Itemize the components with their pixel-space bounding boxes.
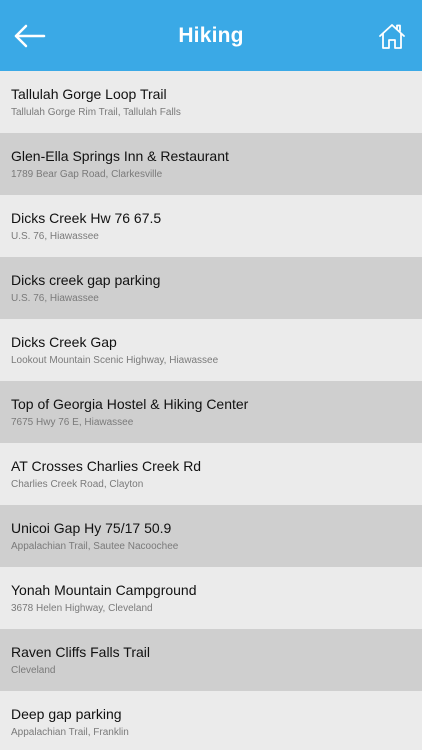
item-name: AT Crosses Charlies Creek Rd	[11, 458, 202, 474]
item-name: Dicks creek gap parking	[11, 272, 161, 288]
item-name: Unicoi Gap Hy 75/17 50.9	[11, 520, 172, 536]
item-name: Raven Cliffs Falls Trail	[11, 644, 151, 660]
item-address: Appalachian Trail, Franklin	[11, 727, 129, 738]
item-name: Deep gap parking	[11, 706, 122, 722]
item-address: U.S. 76, Hiawassee	[11, 293, 99, 304]
location-list: Tallulah Gorge Loop Trail Tallulah Gorge…	[0, 71, 422, 750]
page-title: Hiking	[178, 24, 244, 47]
item-name: Dicks Creek Gap	[11, 334, 117, 350]
item-name: Tallulah Gorge Loop Trail	[11, 86, 167, 102]
list-item[interactable]: Raven Cliffs Falls Trail Cleveland	[0, 629, 422, 691]
item-address: 3678 Helen Highway, Cleveland	[11, 603, 153, 614]
item-address: U.S. 76, Hiawassee	[11, 231, 99, 242]
item-name: Yonah Mountain Campground	[11, 582, 197, 598]
list-item[interactable]: Unicoi Gap Hy 75/17 50.9 Appalachian Tra…	[0, 505, 422, 567]
item-address: 7675 Hwy 76 E, Hiawassee	[11, 417, 134, 428]
list-item[interactable]: AT Crosses Charlies Creek Rd Charlies Cr…	[0, 443, 422, 505]
list-item[interactable]: Tallulah Gorge Loop Trail Tallulah Gorge…	[0, 71, 422, 133]
item-name: Glen-Ella Springs Inn & Restaurant	[11, 148, 229, 164]
item-address: Appalachian Trail, Sautee Nacoochee	[11, 541, 179, 552]
app-header: Hiking	[0, 0, 422, 71]
list-item[interactable]: Glen-Ella Springs Inn & Restaurant 1789 …	[0, 133, 422, 195]
item-address: Tallulah Gorge Rim Trail, Tallulah Falls	[11, 107, 181, 118]
home-icon	[379, 24, 405, 49]
list-item[interactable]: Dicks Creek Hw 76 67.5 U.S. 76, Hiawasse…	[0, 195, 422, 257]
item-address: Lookout Mountain Scenic Highway, Hiawass…	[11, 355, 219, 366]
list-item[interactable]: Dicks Creek Gap Lookout Mountain Scenic …	[0, 319, 422, 381]
item-address: Cleveland	[11, 665, 56, 676]
list-item[interactable]: Top of Georgia Hostel & Hiking Center 76…	[0, 381, 422, 443]
item-name: Dicks Creek Hw 76 67.5	[11, 210, 162, 226]
item-address: 1789 Bear Gap Road, Clarkesville	[11, 169, 163, 180]
home-button[interactable]	[378, 22, 406, 50]
list-item[interactable]: Deep gap parking Appalachian Trail, Fran…	[0, 691, 422, 750]
list-item[interactable]: Dicks creek gap parking U.S. 76, Hiawass…	[0, 257, 422, 319]
item-address: Charlies Creek Road, Clayton	[11, 479, 144, 490]
item-name: Top of Georgia Hostel & Hiking Center	[11, 396, 249, 412]
list-item[interactable]: Yonah Mountain Campground 3678 Helen Hig…	[0, 567, 422, 629]
